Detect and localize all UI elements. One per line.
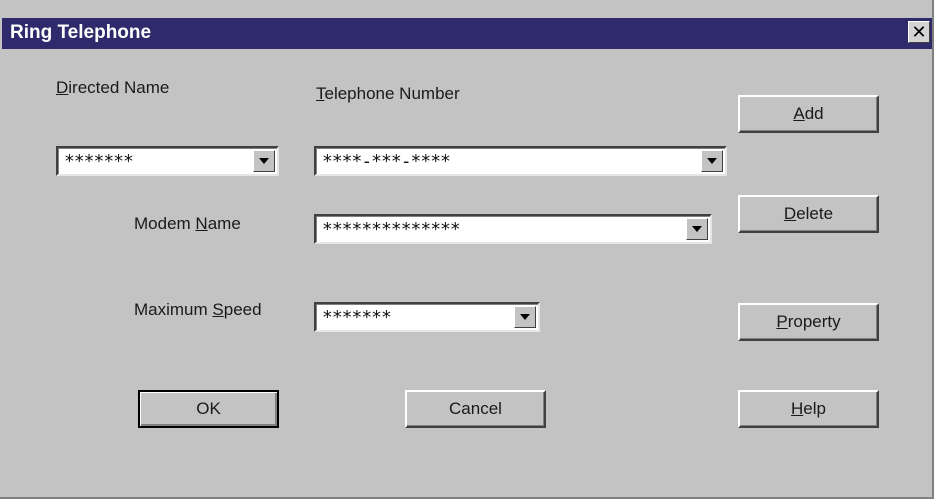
modem-name-value: **************	[322, 219, 461, 240]
dropdown-arrow-icon	[259, 158, 269, 164]
telephone-number-value: ****-***-****	[322, 151, 451, 172]
help-button[interactable]: Help	[738, 390, 879, 428]
dropdown-arrow-icon	[520, 314, 530, 320]
maximum-speed-value: *******	[322, 307, 392, 328]
modem-name-label: Modem Name	[134, 214, 241, 233]
property-button[interactable]: Property	[738, 303, 879, 341]
dropdown-arrow-icon	[707, 158, 717, 164]
telephone-number-label: Telephone Number	[316, 84, 460, 103]
directed-name-label: Directed Name	[56, 78, 170, 97]
telephone-number-combo[interactable]: ****-***-****	[314, 146, 727, 176]
directed-name-value: *******	[64, 151, 134, 172]
directed-name-combo[interactable]: *******	[56, 146, 279, 176]
dropdown-arrow-icon	[692, 226, 702, 232]
directed-name-dropdown-button[interactable]	[253, 150, 275, 172]
cancel-button[interactable]: Cancel	[405, 390, 546, 428]
maximum-speed-dropdown-button[interactable]	[514, 306, 536, 328]
ok-button[interactable]: OK	[138, 390, 279, 428]
maximum-speed-label: Maximum Speed	[134, 300, 262, 319]
modem-name-dropdown-button[interactable]	[686, 218, 708, 240]
close-button[interactable]: ✕	[908, 21, 930, 43]
close-icon: ✕	[911, 22, 927, 42]
telephone-number-dropdown-button[interactable]	[701, 150, 723, 172]
modem-name-combo[interactable]: **************	[314, 214, 712, 244]
add-button[interactable]: Add	[738, 95, 879, 133]
ring-telephone-dialog: Ring Telephone ✕ Directed Name Telephone…	[0, 0, 934, 499]
title-bar[interactable]: Ring Telephone ✕	[2, 18, 932, 49]
delete-button[interactable]: Delete	[738, 195, 879, 233]
maximum-speed-combo[interactable]: *******	[314, 302, 540, 332]
window-title: Ring Telephone	[10, 22, 152, 43]
